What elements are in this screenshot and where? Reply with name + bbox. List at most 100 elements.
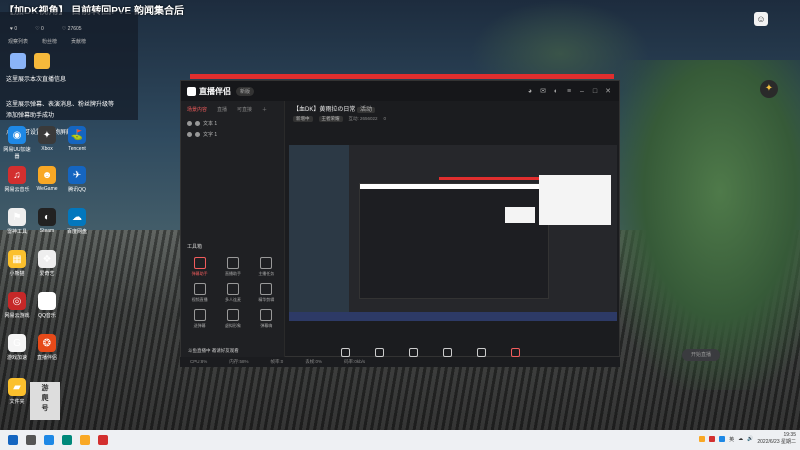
tool-highlight-clip[interactable]: 精华剪辑 <box>250 283 283 303</box>
desktop-icon[interactable]: ◎ 网易云游戏 <box>2 292 32 319</box>
stream-preview[interactable] <box>289 145 617 321</box>
share-notice[interactable]: 斗鱼直播中 邀请好友观看 <box>180 348 239 354</box>
lock-icon[interactable] <box>195 121 200 126</box>
start-icon[interactable] <box>8 435 18 445</box>
fun-icon <box>260 309 273 321</box>
side-tab-live[interactable]: 直播 <box>217 106 227 113</box>
desktop-icon-label: 雷神工具 <box>6 229 27 235</box>
desktop-icon[interactable]: ❖ 爱奇艺 <box>32 250 62 277</box>
desktop-icon-label: 小熊猫 <box>9 271 25 277</box>
side-tab-direct[interactable]: 可直接 <box>237 106 252 113</box>
sub-game[interactable]: 王者荣耀 <box>318 116 343 122</box>
desktop-icon-label: 网易UU加速器 <box>3 147 31 160</box>
start-live-button[interactable]: 开始直播 <box>682 349 720 361</box>
status-cpu: CPU:8% <box>190 359 208 364</box>
app-icon: G <box>8 334 26 352</box>
cat-icon[interactable]: ☺ <box>754 12 768 26</box>
lock-icon[interactable] <box>195 132 200 137</box>
stat-3: ♡ 27605 <box>61 26 82 32</box>
desktop-icon[interactable]: ◉ 网易UU加速器 <box>2 126 32 160</box>
app-version-badge[interactable]: 新版 <box>236 86 255 96</box>
scene-item[interactable]: 文本 1 <box>181 118 284 129</box>
bird-icon[interactable]: ✦ <box>760 80 778 98</box>
app-icon: ✚ <box>38 292 56 310</box>
preview-popup <box>539 175 611 225</box>
scene-label: 文字 1 <box>203 132 218 138</box>
desktop-icon[interactable]: ☁ 百度网盘 <box>62 208 92 235</box>
tray-app-icon[interactable] <box>699 436 706 442</box>
eye-icon[interactable] <box>187 121 192 126</box>
tool-host-task[interactable]: 主播任务 <box>250 257 283 277</box>
sub-category[interactable]: 新增中 <box>293 116 313 122</box>
desktop-icon[interactable]: ▰ 文件夹 <box>2 378 32 405</box>
desktop-icon[interactable]: ◐ Steam <box>32 208 62 234</box>
app-red-accent-bar <box>190 74 614 79</box>
tray-app-icon[interactable] <box>709 436 716 442</box>
folder-icon[interactable] <box>80 435 90 445</box>
avatar-icon[interactable]: ◕ <box>525 88 535 95</box>
message-icon[interactable]: ✉ <box>538 87 548 95</box>
minimize-icon[interactable]: – <box>577 88 587 95</box>
ime-indicator[interactable]: 英 <box>729 436 734 443</box>
network-icon[interactable]: ☁ <box>738 436 743 442</box>
desktop-icon[interactable]: ❂ 直播伴侣 <box>32 334 62 361</box>
search-icon[interactable] <box>26 435 36 445</box>
overlay-tab-3[interactable]: 贡献榜 <box>71 38 86 45</box>
add-scene-icon[interactable]: ＋ <box>262 106 267 113</box>
desktop-icon[interactable]: ☻ WeGame <box>32 166 62 192</box>
clock-time: 19:35 <box>783 432 796 438</box>
stream-name[interactable]: 【血DK】黄雨拉の日常 <box>293 107 355 113</box>
netease-icon[interactable] <box>98 435 108 445</box>
tool-barrage-fun[interactable]: 弹幕嗨 <box>250 309 283 329</box>
tool-virtual-avatar[interactable]: 虚拟形象 <box>216 309 249 329</box>
desktop-icon[interactable]: G 游戏加速 <box>2 334 32 361</box>
overlay-tab-2[interactable]: 粉丝榜 <box>42 38 57 45</box>
desktop-icon-label: 腾讯QQ <box>68 187 86 193</box>
status-memory: 内存:58% <box>229 359 249 364</box>
tray-app-icon[interactable] <box>719 436 726 442</box>
download-icon <box>226 283 239 295</box>
preview-nested-window <box>359 183 549 299</box>
app-icon: ♫ <box>8 166 26 184</box>
maximize-icon[interactable]: □ <box>590 88 600 95</box>
desktop-icon[interactable]: ⛳ Tencent <box>62 126 92 152</box>
clock-date: 2022/6/23 星期二 <box>757 439 796 445</box>
skin-icon[interactable]: ◐ <box>551 88 561 95</box>
close-icon[interactable]: ✕ <box>603 87 613 95</box>
app-icon: ◐ <box>38 208 56 226</box>
overlay-tab-1[interactable]: 观察列表 <box>8 38 28 45</box>
mic-icon <box>476 348 486 357</box>
preview-popup <box>505 207 535 223</box>
overlay-message: 这里展示本次直播信息 <box>6 77 67 83</box>
side-tabs: 场景内容 直播 可直接 ＋ <box>181 101 284 118</box>
edge-icon[interactable] <box>44 435 54 445</box>
app-icon: ⚑ <box>8 208 26 226</box>
eye-icon[interactable] <box>187 132 192 137</box>
stream-stats: ♥ 0 ♡ 0 ♡ 27605 <box>0 22 138 36</box>
desktop-icon[interactable]: ⚑ 雷神工具 <box>2 208 32 235</box>
tool-multi-mic[interactable]: 多人连麦 <box>216 283 249 303</box>
tool-live-helper[interactable]: 直播助手 <box>216 257 249 277</box>
stream-logo: 游 爬 号 <box>30 382 60 420</box>
side-tab-scenes[interactable]: 场景内容 <box>187 106 207 113</box>
desktop-icon[interactable]: ✚ QQ音乐 <box>32 292 62 319</box>
tool-barrage-helper[interactable]: 弹幕助手 <box>183 257 216 277</box>
browser-icon[interactable] <box>62 435 72 445</box>
tool-video-live[interactable]: 视频直播 <box>183 283 216 303</box>
volume-icon[interactable]: 🔊 <box>747 436 753 442</box>
scene-item[interactable]: 文字 1 <box>181 129 284 140</box>
desktop-icon[interactable]: ▦ 小熊猫 <box>2 250 32 277</box>
app-sidebar: 场景内容 直播 可直接 ＋ 文本 1 文字 1 工具箱 弹幕助手 直播助手 主播… <box>181 101 285 358</box>
clock[interactable]: 19:35 2022/6/23 星期二 <box>757 432 796 446</box>
desktop-icon[interactable]: ✦ Xbox <box>32 126 62 152</box>
stream-tag[interactable]: 活动 <box>357 107 376 113</box>
desktop-icon-label: 文件夹 <box>9 399 25 405</box>
menu-icon[interactable]: ≡ <box>564 88 574 95</box>
preview-desktop-region <box>289 145 349 315</box>
send-icon <box>193 309 206 321</box>
speaker-icon <box>510 348 520 357</box>
desktop-icon[interactable]: ✈ 腾讯QQ <box>62 166 92 193</box>
desktop-icon-label: 游戏加速 <box>6 355 27 361</box>
desktop-icon[interactable]: ♫ 网易云音乐 <box>2 166 32 193</box>
tool-send-barrage[interactable]: 送弹幕 <box>183 309 216 329</box>
